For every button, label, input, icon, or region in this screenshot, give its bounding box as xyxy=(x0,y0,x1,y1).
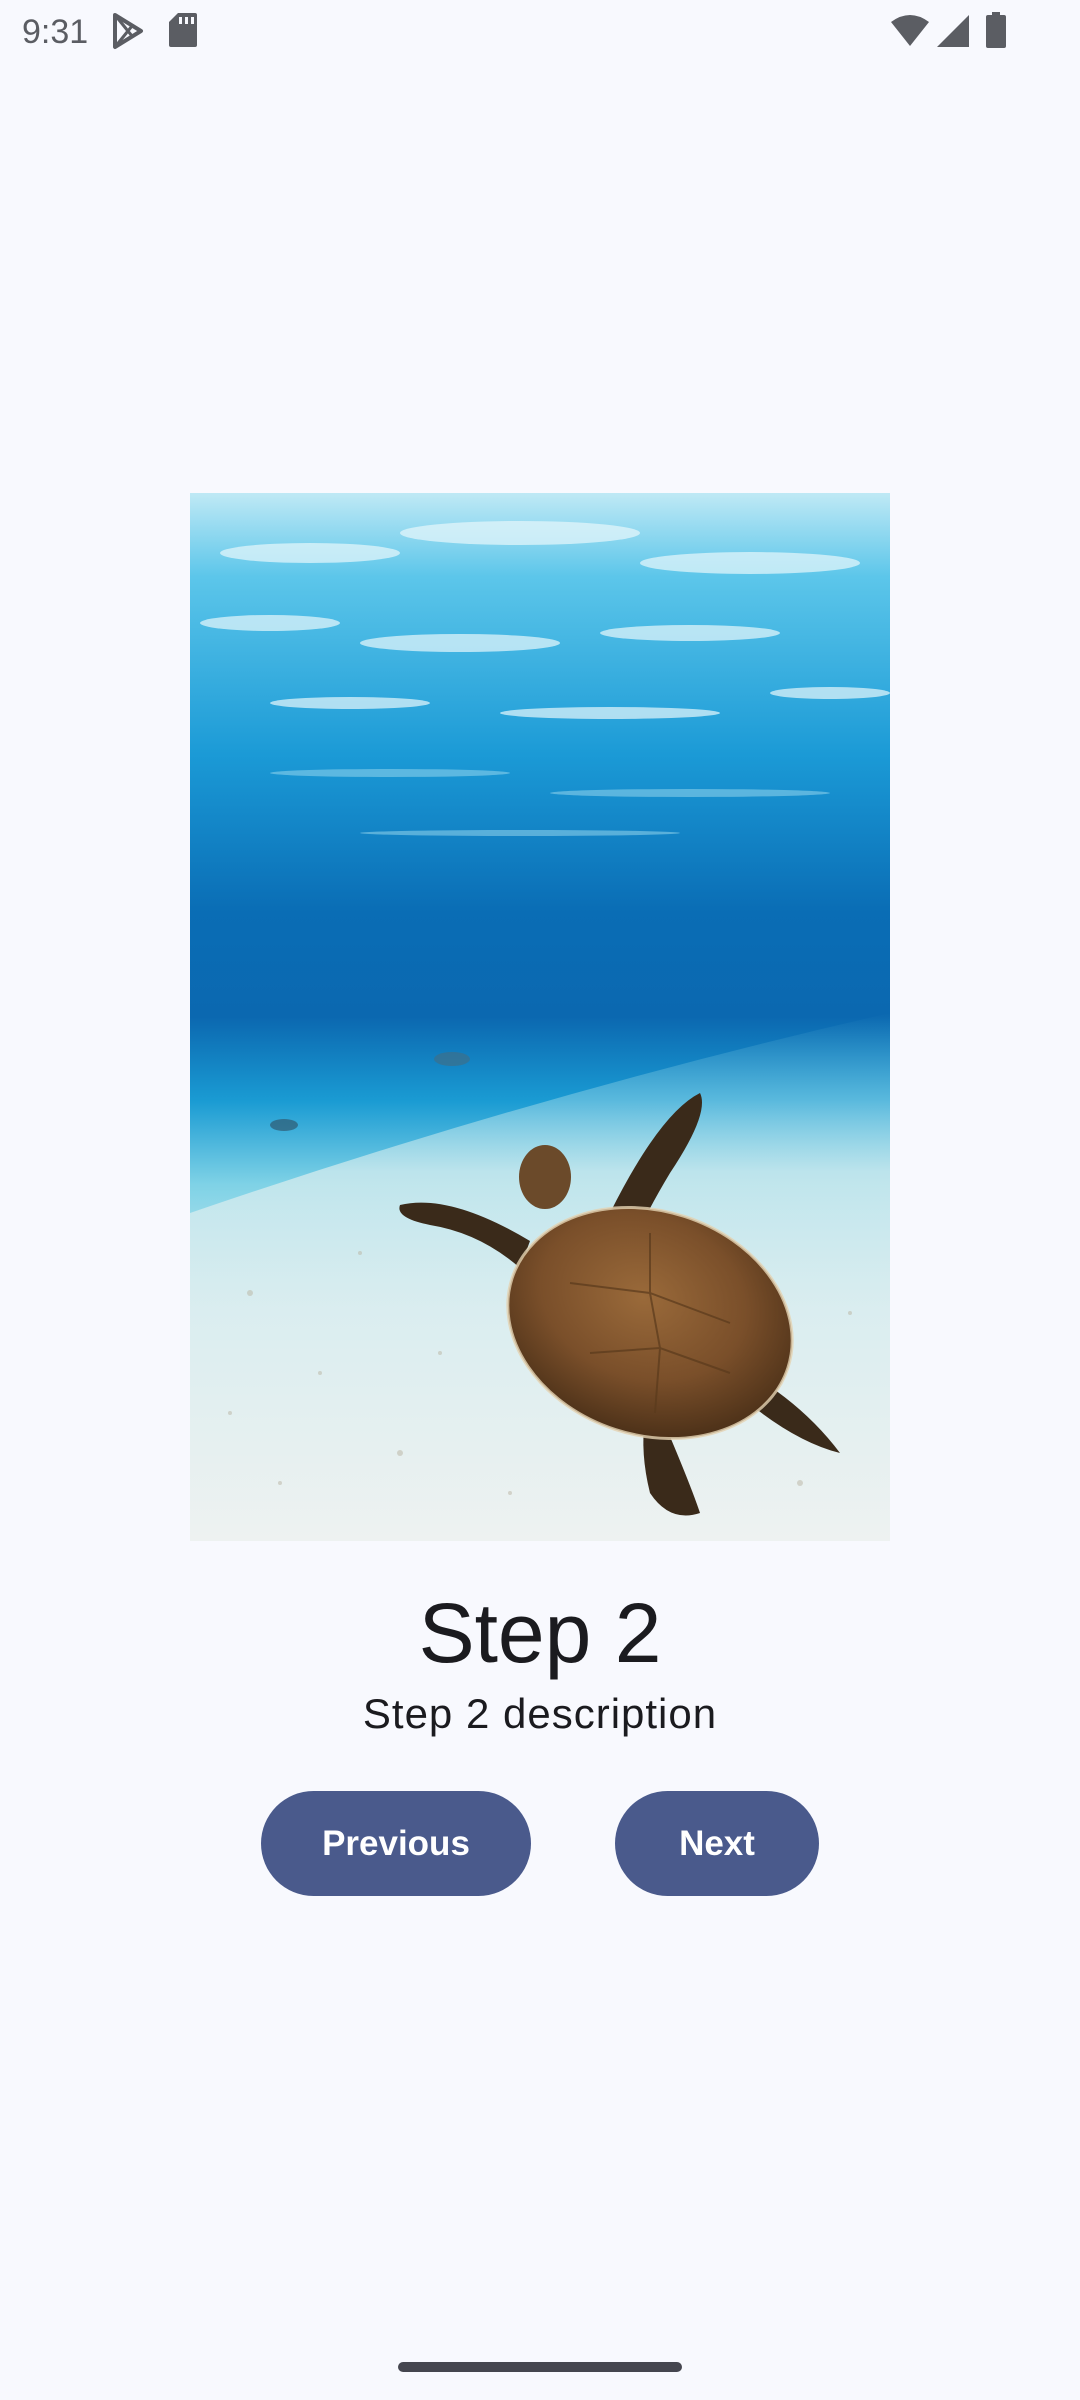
battery-icon xyxy=(986,12,1006,48)
step-title: Step 2 xyxy=(418,1586,662,1680)
cell-signal-icon xyxy=(937,15,969,47)
hero-image xyxy=(190,493,890,1541)
sea-turtle-image xyxy=(190,493,890,1541)
status-bar: 9:31 xyxy=(0,0,1080,64)
gesture-nav-bar[interactable] xyxy=(398,2362,682,2372)
sd-card-icon xyxy=(169,13,197,47)
next-button[interactable]: Next xyxy=(615,1791,819,1896)
previous-button[interactable]: Previous xyxy=(261,1791,531,1896)
play-store-icon xyxy=(113,13,143,49)
step-description: Step 2 description xyxy=(362,1690,718,1737)
status-time: 9:31 xyxy=(22,13,89,51)
wifi-icon xyxy=(891,15,929,46)
